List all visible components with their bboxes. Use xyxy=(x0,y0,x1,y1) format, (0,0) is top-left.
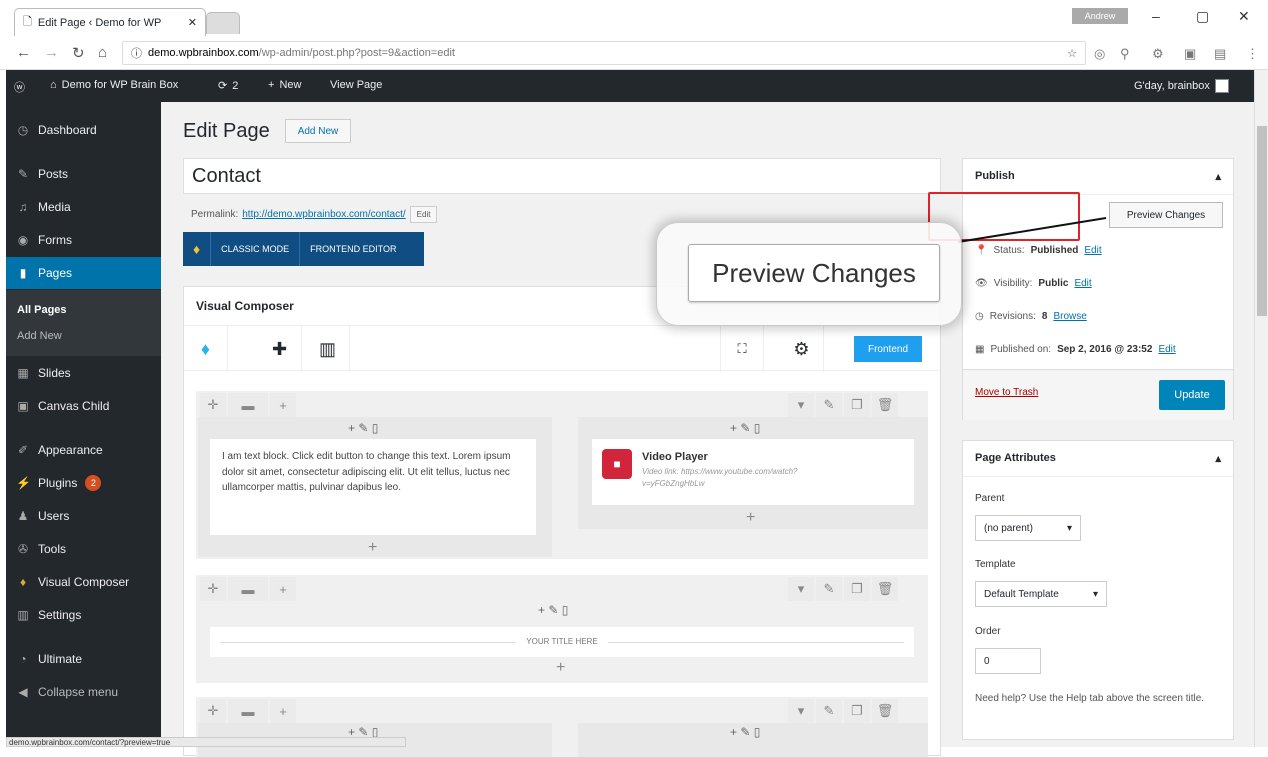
callout-preview-changes: Preview Changes xyxy=(688,244,940,302)
scrollbar[interactable] xyxy=(1254,70,1268,747)
callout-connector xyxy=(957,217,1107,243)
status-url: demo.wpbrainbox.com/contact/?preview=tru… xyxy=(6,737,406,747)
scrollbar-thumb[interactable] xyxy=(1257,126,1267,316)
